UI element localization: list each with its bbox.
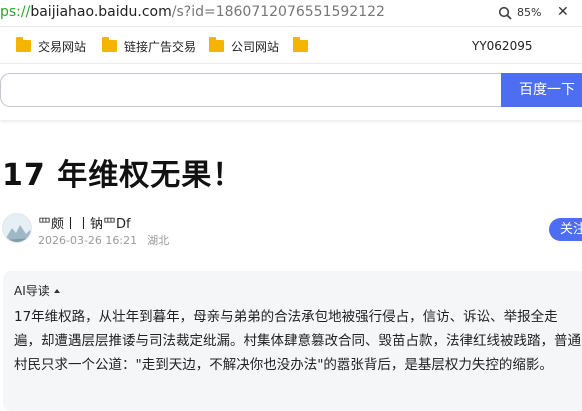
bookmark-folder[interactable]: 公司网站 bbox=[209, 37, 279, 55]
folder-icon bbox=[293, 37, 308, 52]
bookmark-folder[interactable]: 链接广告交易 bbox=[102, 37, 196, 55]
search-bar: 百度一下 bbox=[0, 64, 582, 120]
bookmark-folder[interactable] bbox=[293, 37, 315, 55]
zoom-level[interactable]: 85% bbox=[517, 6, 541, 19]
zoom-icon[interactable] bbox=[498, 6, 512, 20]
ai-summary-text: 17年维权路，从壮年到暮年，母亲与弟弟的合法承包地被强行侵占，信访、诉讼、举报全… bbox=[14, 309, 581, 373]
url-host: baijiahao.baidu.com bbox=[30, 4, 172, 20]
ai-summary-box: AI导读 17年维权路，从壮年到暮年，母亲与弟弟的合法承包地被强行侵占，信访、诉… bbox=[3, 271, 582, 411]
close-icon[interactable]: ✕ bbox=[557, 4, 569, 20]
author-name[interactable]: 罒颇丨丨钠罒Df bbox=[38, 213, 131, 232]
publish-location: 湖北 bbox=[147, 234, 170, 247]
folder-icon bbox=[102, 37, 117, 52]
bookmark-label: 交易网站 bbox=[38, 39, 87, 54]
ai-summary-header: AI导读 bbox=[14, 284, 50, 298]
avatar[interactable] bbox=[2, 213, 32, 243]
publish-date: 2026-03-26 16:21 bbox=[38, 234, 138, 247]
avatar-image-icon bbox=[3, 214, 31, 242]
bookmark-user-label[interactable]: YY062095 bbox=[472, 39, 532, 53]
url-path: /s?id=1860712076551592122 bbox=[171, 4, 385, 20]
follow-button[interactable]: 关注 bbox=[549, 218, 582, 241]
url-text[interactable]: ps://baijiahao.baidu.com/s?id=1860712076… bbox=[0, 4, 385, 20]
url-protocol: ps:// bbox=[0, 4, 31, 20]
article-meta: 2026-03-26 16:21 湖北 bbox=[38, 232, 179, 248]
bookmark-folder[interactable]: 交易网站 bbox=[16, 37, 86, 55]
caret-up-icon bbox=[53, 289, 60, 293]
search-input[interactable] bbox=[0, 73, 502, 107]
article-title: 17 年维权无果！ bbox=[2, 158, 244, 193]
folder-icon bbox=[16, 37, 31, 52]
bookmark-label: 链接广告交易 bbox=[124, 39, 197, 54]
ai-summary-toggle[interactable]: AI导读 bbox=[14, 282, 60, 299]
bookmark-label: 公司网站 bbox=[231, 39, 280, 54]
folder-icon bbox=[209, 37, 224, 52]
bookmarks-bar: 交易网站 链接广告交易 公司网站 YY062095 bbox=[0, 28, 582, 64]
address-bar[interactable]: ps://baijiahao.baidu.com/s?id=1860712076… bbox=[0, 0, 582, 27]
search-button[interactable]: 百度一下 bbox=[501, 73, 582, 107]
